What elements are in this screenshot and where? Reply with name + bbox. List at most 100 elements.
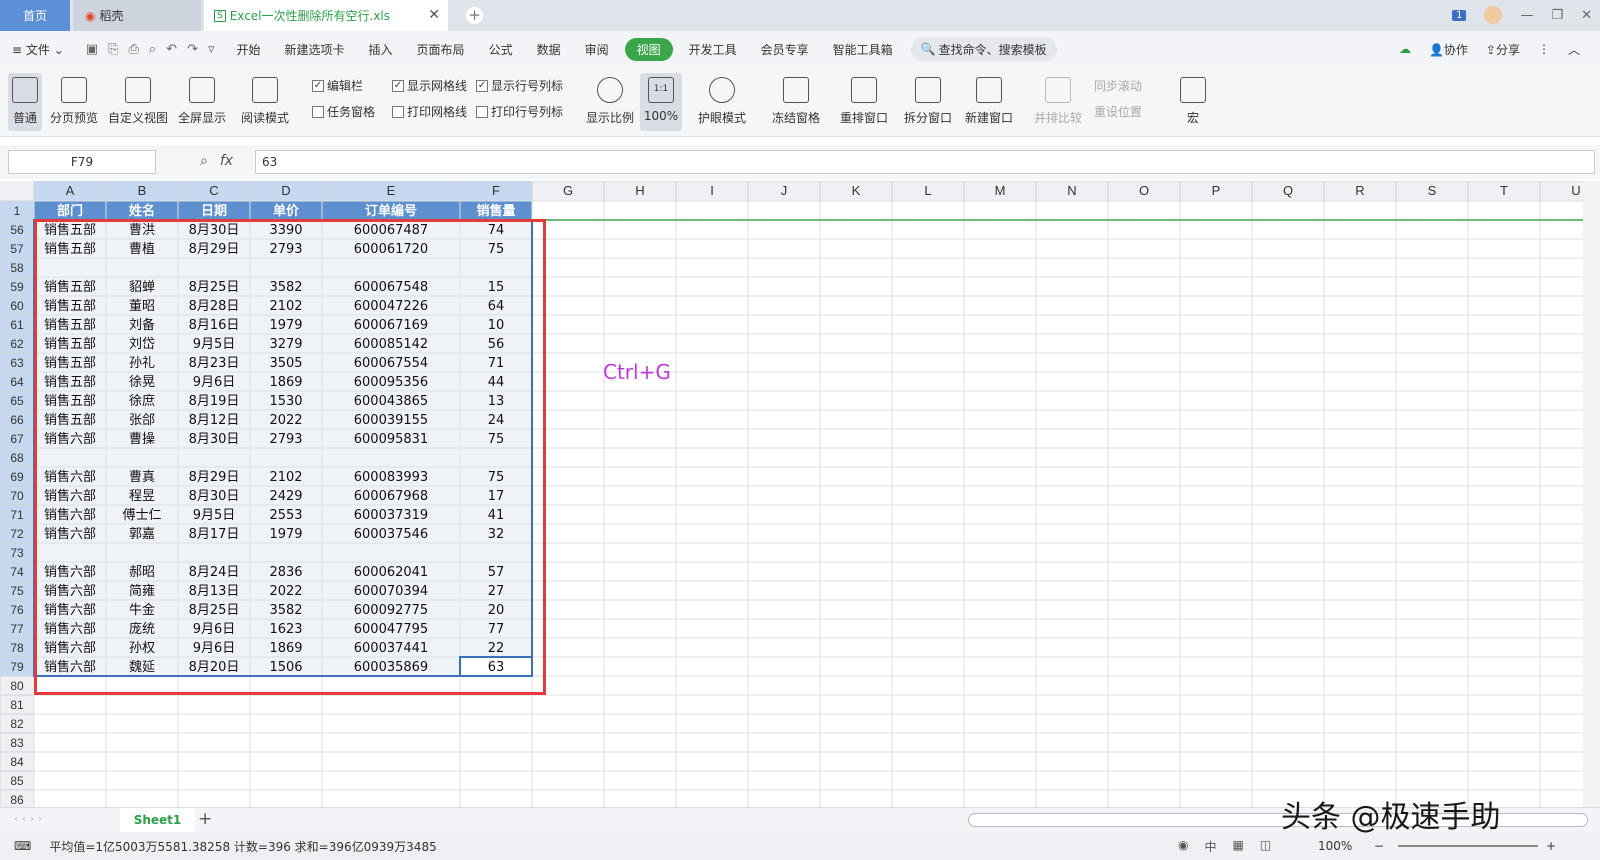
- sheet-tab[interactable]: Sheet1: [120, 808, 195, 832]
- add-sheet-button[interactable]: +: [198, 809, 212, 829]
- freeze-panes-button[interactable]: 冻结窗格: [764, 73, 828, 131]
- file-menu[interactable]: ≡ 文件 ⌄: [0, 41, 76, 58]
- check-headings[interactable]: ✓ 显示行号列标: [476, 77, 563, 94]
- menu-tab-6[interactable]: 审阅: [573, 41, 621, 58]
- cell: [603, 618, 677, 639]
- save-icon[interactable]: ▣: [86, 42, 98, 57]
- page-view-icon[interactable]: ◫: [1260, 838, 1271, 855]
- name-box[interactable]: F79: [8, 150, 156, 174]
- fullscreen-button[interactable]: 全屏显示: [176, 73, 228, 131]
- more-icon[interactable]: ▿: [208, 42, 215, 57]
- fx-icon[interactable]: fx: [220, 153, 233, 169]
- collapse-ribbon-icon[interactable]: ︿: [1568, 41, 1580, 58]
- new-tab-button[interactable]: +: [466, 7, 483, 24]
- cloud-icon[interactable]: ☁: [1399, 42, 1411, 56]
- badge[interactable]: 1: [1452, 9, 1467, 21]
- row-number: 84: [10, 755, 24, 769]
- zoom-level[interactable]: 100%: [1318, 839, 1352, 853]
- normal-view-button[interactable]: 普通: [8, 73, 42, 131]
- search-command[interactable]: 🔍 查找命令、搜索模板: [910, 37, 1057, 61]
- cell: [1179, 485, 1253, 506]
- cell: [1467, 295, 1541, 316]
- cell: [1395, 371, 1469, 392]
- more-options-icon[interactable]: ⋮: [1538, 42, 1550, 56]
- collab-button[interactable]: 👤协作: [1429, 41, 1468, 58]
- zoom-100-button[interactable]: 1:1 100%: [640, 73, 682, 131]
- check-gridlines[interactable]: ✓ 显示网格线: [392, 77, 467, 94]
- menu-tab-1[interactable]: 新建选项卡: [273, 41, 357, 58]
- zoom-out-icon[interactable]: −: [1374, 839, 1384, 853]
- menu-tab-7[interactable]: 视图: [624, 37, 673, 61]
- column-label: F: [492, 183, 500, 198]
- spreadsheet-grid[interactable]: A B C D E F G H I J K L M N O P Q R S T U 1 部门 姓名 日期 单价 订单编号 销售量 56 销…: [0, 181, 1583, 807]
- zoom-search-icon[interactable]: ⌕: [200, 153, 208, 169]
- menu-tab-10[interactable]: 智能工具箱: [821, 41, 905, 58]
- cell: [1179, 276, 1253, 297]
- cell: [963, 694, 1037, 715]
- custom-view-button[interactable]: 自定义视图: [106, 73, 170, 131]
- new-window-button[interactable]: 新建窗口: [960, 73, 1018, 131]
- fullscreen-icon: [189, 77, 215, 103]
- avatar[interactable]: [1484, 6, 1503, 24]
- menu-tab-4[interactable]: 公式: [477, 41, 525, 58]
- cell: [1035, 599, 1109, 620]
- sheet-nav[interactable]: ‹ ‹ › ›: [14, 812, 42, 825]
- print-icon[interactable]: ⎙: [128, 42, 138, 57]
- cell: [1467, 732, 1541, 753]
- page-break-button[interactable]: 分页预览: [46, 73, 102, 131]
- reading-mode-button[interactable]: 阅读模式: [234, 73, 296, 131]
- formula-input[interactable]: 63: [255, 150, 1595, 174]
- menu-tab-3[interactable]: 页面布局: [405, 41, 477, 58]
- zoom-slider[interactable]: [1398, 845, 1538, 847]
- cell-text: 部门: [57, 203, 83, 219]
- close-window-icon[interactable]: ✕: [1581, 8, 1592, 23]
- zoom-button[interactable]: 显示比例: [584, 73, 636, 131]
- share-button[interactable]: ⇪分享: [1486, 41, 1520, 58]
- vertical-scrollbar[interactable]: [1583, 181, 1600, 807]
- cell-text: 8月29日: [189, 470, 240, 485]
- column-label: A: [66, 183, 75, 198]
- check-print-headings[interactable]: 打印行号列标: [476, 103, 563, 120]
- close-icon[interactable]: ✕: [428, 7, 440, 23]
- cell: [891, 257, 965, 278]
- redo-icon[interactable]: ↷: [187, 42, 198, 57]
- menu-tab-5[interactable]: 数据: [525, 41, 573, 58]
- export-icon[interactable]: ⎘: [108, 42, 118, 57]
- eye-protect-button[interactable]: 护眼模式: [696, 73, 748, 131]
- menu-tab-8[interactable]: 开发工具: [677, 41, 749, 58]
- menu-tab-2[interactable]: 插入: [357, 41, 405, 58]
- cell: [531, 580, 605, 601]
- cell: [1395, 599, 1469, 620]
- cell: [1251, 219, 1325, 240]
- minimize-icon[interactable]: —: [1520, 8, 1533, 23]
- cell: [819, 466, 893, 487]
- cell: [747, 295, 821, 316]
- zoom-in-icon[interactable]: +: [1546, 839, 1556, 853]
- cell: [963, 485, 1037, 506]
- normal-view-icon[interactable]: ▦: [1233, 838, 1244, 855]
- undo-icon[interactable]: ↶: [166, 42, 177, 57]
- macro-record-icon[interactable]: ⌨: [14, 839, 31, 853]
- menu-tab-0[interactable]: 开始: [225, 41, 273, 58]
- cell: [819, 599, 893, 620]
- tab-file[interactable]: S Excel一次性删除所有空行.xls ✕: [204, 0, 448, 31]
- check-task-pane[interactable]: 任务窗格: [312, 103, 375, 120]
- cell: [675, 200, 749, 221]
- eye-status-icon[interactable]: ◉: [1178, 838, 1188, 855]
- lang-icon[interactable]: 中: [1204, 838, 1216, 855]
- check-formula-bar[interactable]: ✓ 编辑栏: [312, 77, 363, 94]
- split-button[interactable]: 拆分窗口: [900, 73, 956, 131]
- cell: [1539, 295, 1583, 316]
- cell: [321, 789, 461, 807]
- menu-tab-9[interactable]: 会员专享: [749, 41, 821, 58]
- tab-home[interactable]: 首页: [0, 0, 70, 31]
- check-print-gridlines[interactable]: 打印网格线: [392, 103, 467, 120]
- arrange-button[interactable]: 重排窗口: [832, 73, 896, 131]
- cell: [459, 694, 533, 715]
- preview-icon[interactable]: ⌕: [149, 42, 156, 57]
- macro-button[interactable]: 宏: [1176, 73, 1210, 131]
- cell: [1251, 561, 1325, 582]
- cell: [531, 352, 605, 373]
- restore-icon[interactable]: ❐: [1551, 8, 1563, 23]
- tab-daoke[interactable]: ◉ 稻壳: [73, 0, 201, 31]
